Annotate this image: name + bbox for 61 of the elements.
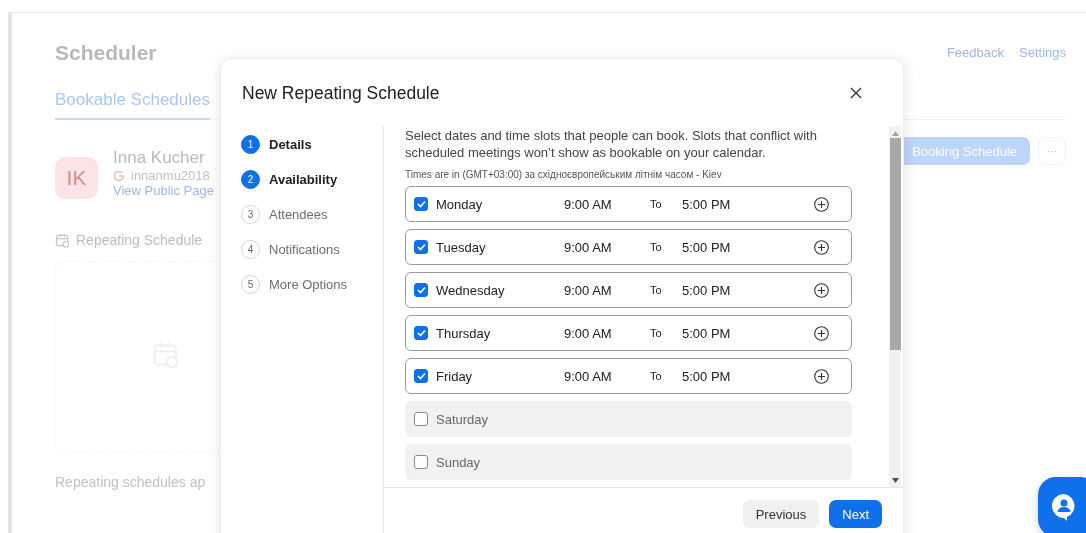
checkbox[interactable] xyxy=(414,326,428,340)
day-name: Tuesday xyxy=(436,239,487,255)
end-time[interactable]: 5:00 PM xyxy=(682,282,814,298)
footer-text: Repeating schedules ap xyxy=(55,474,206,490)
add-icon[interactable] xyxy=(814,282,829,298)
step-number: 4 xyxy=(241,240,260,259)
scroll-down-icon[interactable] xyxy=(891,478,899,483)
step-label[interactable]: Notifications xyxy=(269,242,340,257)
add-icon[interactable] xyxy=(814,239,829,255)
previous-button[interactable]: Previous xyxy=(742,500,820,528)
end-time[interactable]: 5:00 PM xyxy=(682,368,814,384)
step-label[interactable]: Availability xyxy=(269,172,338,187)
start-time[interactable]: 9:00 AM xyxy=(564,368,650,384)
checkbox[interactable] xyxy=(414,197,428,211)
end-time[interactable]: 5:00 PM xyxy=(682,196,814,212)
time-separator: To xyxy=(650,327,663,339)
start-time[interactable]: 9:00 AM xyxy=(564,325,650,341)
step-number: 5 xyxy=(241,275,260,294)
scrollbar[interactable] xyxy=(889,126,901,487)
user-name: Inna Kucher xyxy=(113,148,206,168)
chat-button[interactable] xyxy=(1038,477,1086,533)
checkbox[interactable] xyxy=(414,412,428,426)
user-email: innanmu2018 xyxy=(131,168,210,183)
time-separator: To xyxy=(650,370,663,382)
calendar-icon xyxy=(55,232,70,248)
time-separator: To xyxy=(650,241,663,253)
next-button[interactable]: Next xyxy=(829,500,882,528)
page-title: Scheduler xyxy=(55,41,157,65)
checkbox[interactable] xyxy=(414,240,428,254)
end-time[interactable]: 5:00 PM xyxy=(682,239,814,255)
add-icon[interactable] xyxy=(814,368,829,384)
step-number: 1 xyxy=(241,135,260,154)
day-name: Sunday xyxy=(436,454,482,470)
start-time[interactable]: 9:00 AM xyxy=(564,282,650,298)
g-logo-icon xyxy=(113,169,125,182)
time-separator: To xyxy=(650,198,663,210)
time-separator: To xyxy=(650,284,663,296)
add-icon[interactable] xyxy=(814,325,829,341)
step-label[interactable]: Attendees xyxy=(269,207,328,222)
description: Select dates and time slots that people can book. Slots that conflict with scheduled meetings won’t show as bookable on your calendar. xyxy=(405,127,818,161)
day-name: Monday xyxy=(436,196,484,212)
section-title: Repeating Schedule xyxy=(76,232,203,248)
day-name: Saturday xyxy=(436,411,490,427)
add-icon[interactable] xyxy=(814,196,829,212)
step-number: 3 xyxy=(241,205,260,224)
day-name: Friday xyxy=(436,368,474,384)
step-number: 2 xyxy=(241,170,260,189)
start-time[interactable]: 9:00 AM xyxy=(564,196,650,212)
day-name: Wednesday xyxy=(436,282,506,298)
start-time[interactable]: 9:00 AM xyxy=(564,239,650,255)
checkbox[interactable] xyxy=(414,283,428,297)
checkbox[interactable] xyxy=(414,455,428,469)
avatar: IK xyxy=(55,157,98,199)
day-name: Thursday xyxy=(436,325,492,341)
timezone-note: Times are in (GMT+03:00) за східноєвропейським літнім часом - Kiev xyxy=(405,169,723,180)
step-label[interactable]: More Options xyxy=(269,277,348,292)
step-label[interactable]: Details xyxy=(269,137,312,152)
dialog-title: New Repeating Schedule xyxy=(242,82,440,104)
checkbox[interactable] xyxy=(414,369,428,383)
close-button[interactable] xyxy=(849,86,863,100)
end-time[interactable]: 5:00 PM xyxy=(682,325,814,341)
